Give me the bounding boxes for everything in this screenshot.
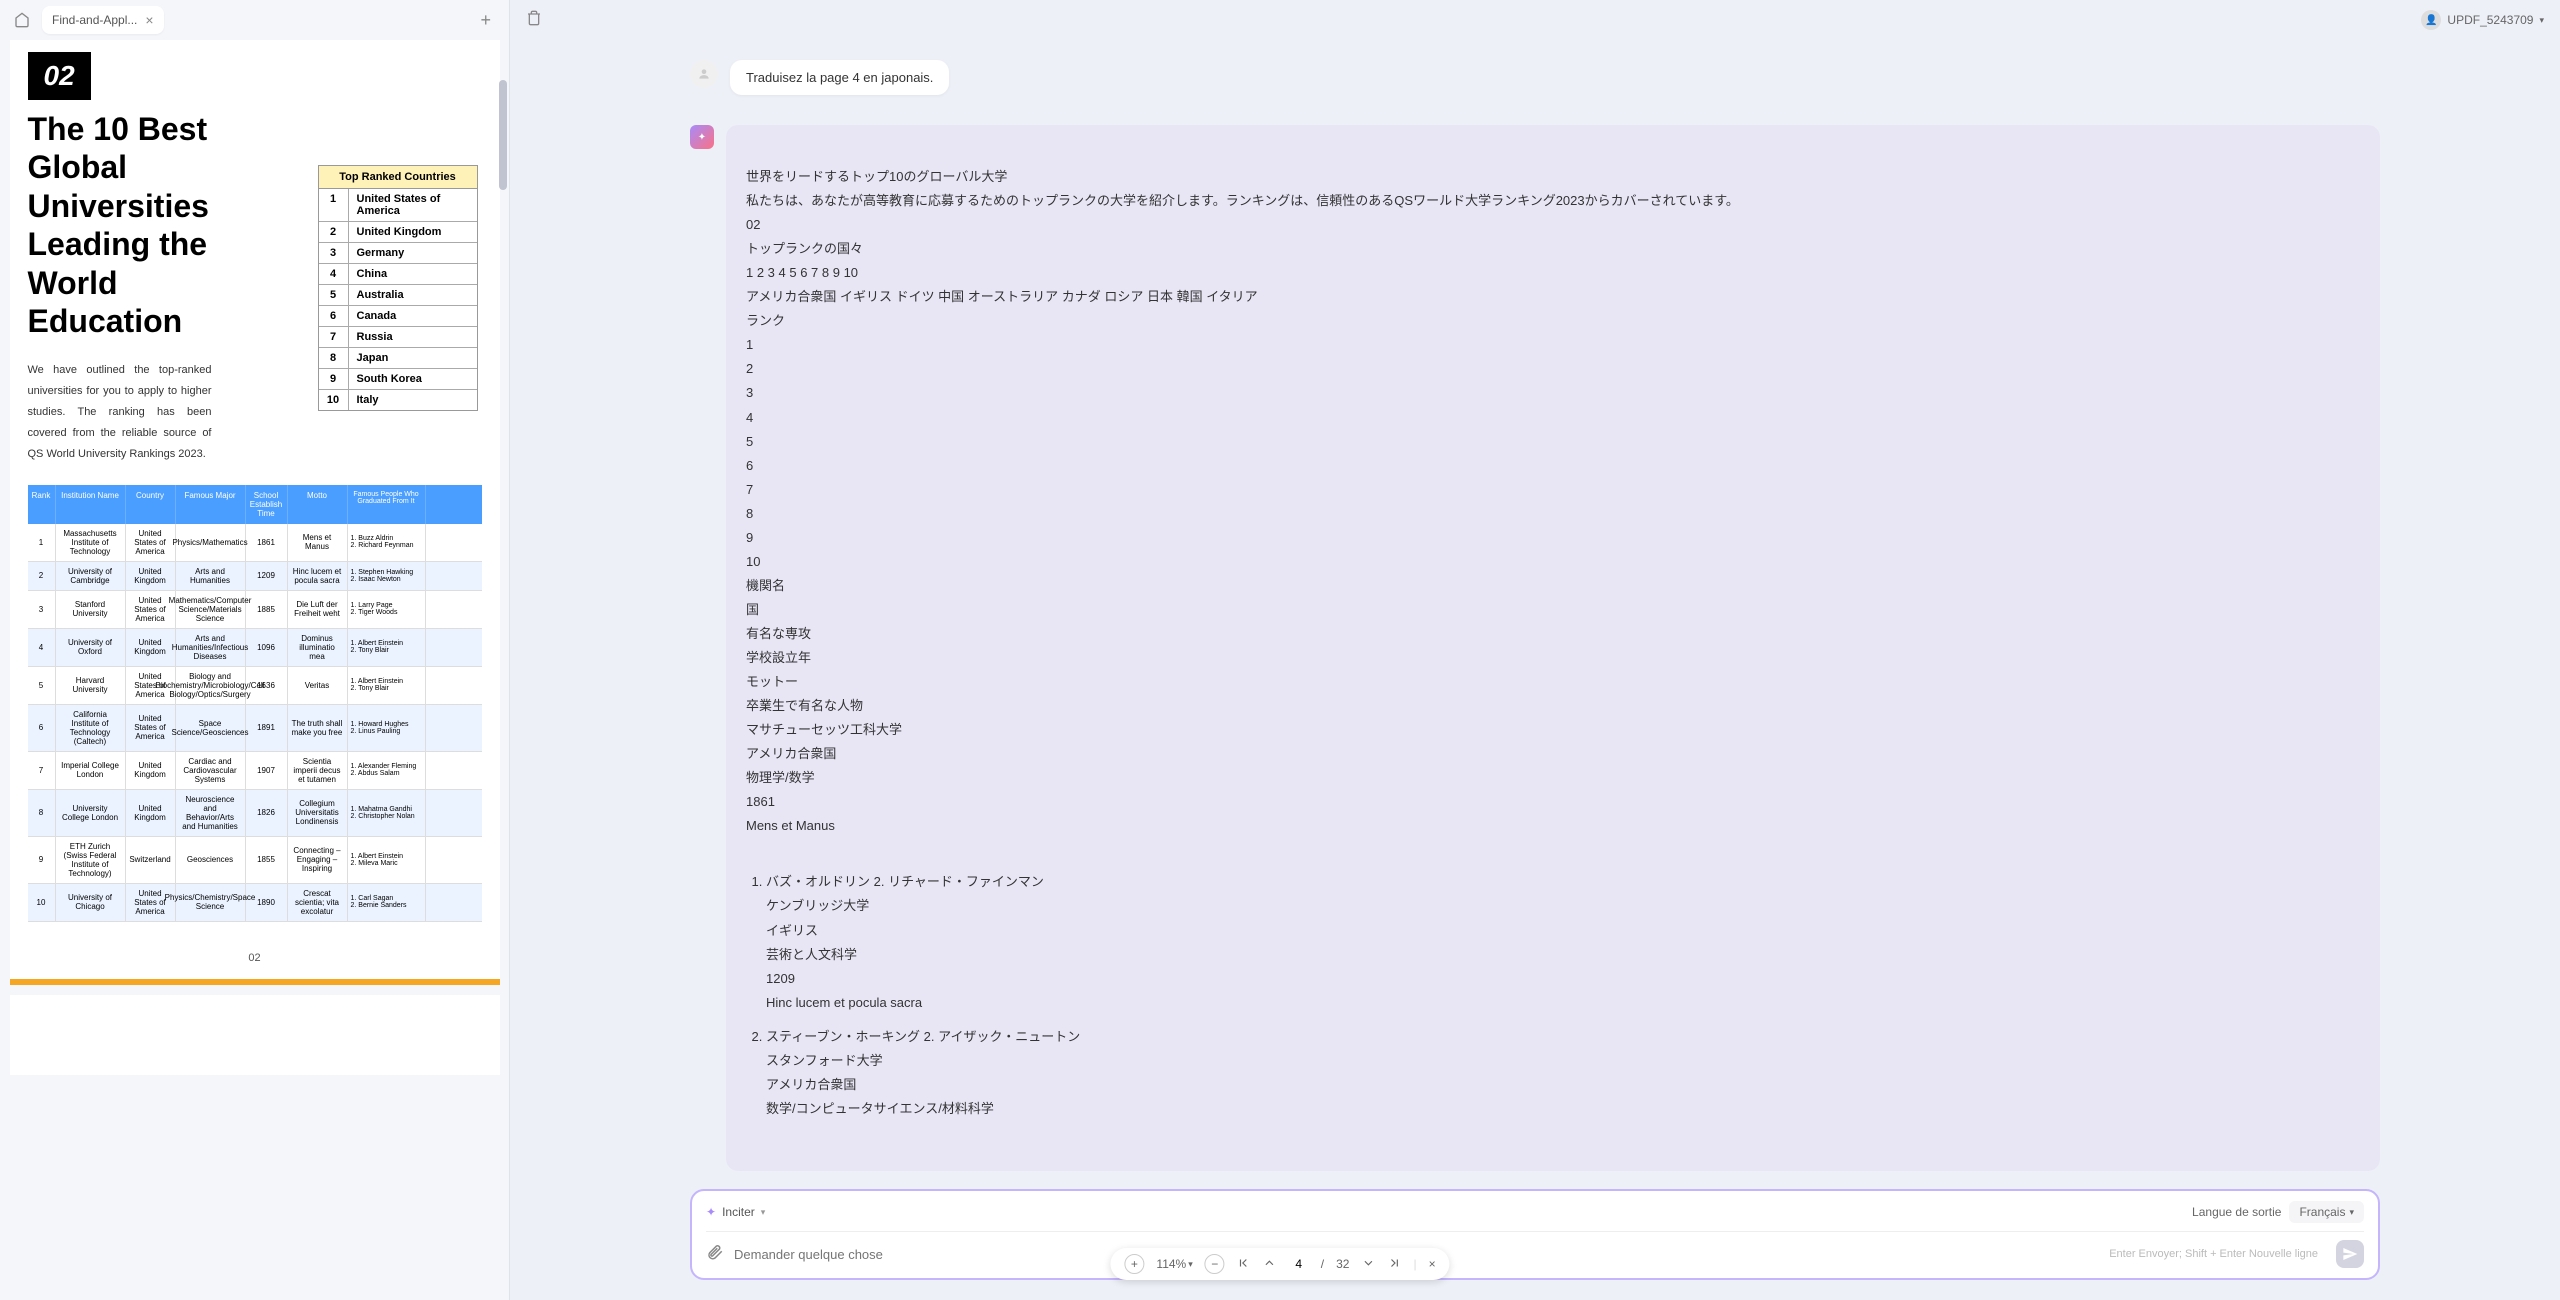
country-row: 9South Korea [319,369,477,390]
university-row: 8University College LondonUnited Kingdom… [28,790,482,837]
scrollbar-thumb[interactable] [499,80,507,190]
university-row: 10University of ChicagoUnited States of … [28,884,482,922]
countries-header: Top Ranked Countries [319,166,477,189]
tab-bar: Find-and-Appl... × + [0,0,509,40]
ai-message: ✦ 世界をリードするトップ10のグローバル大学 私たちは、あなたが高等教育に応募… [690,125,2380,1171]
chat-area: Traduisez la page 4 en japonais. ✦ 世界をリー… [510,40,2560,1189]
inciter-dropdown[interactable]: ✦ Inciter ▾ [706,1205,765,1219]
page-total: 32 [1336,1257,1349,1271]
chevron-down-icon: ▾ [761,1207,766,1218]
user-badge[interactable]: 👤 UPDF_5243709 ▾ [2421,10,2544,30]
page-bottom-bar [10,979,500,985]
user-message: Traduisez la page 4 en japonais. [690,60,2380,95]
user-msg-avatar [690,60,718,88]
country-row: 6Canada [319,306,477,327]
country-row: 3Germany [319,243,477,264]
input-hint: Enter Envoyer; Shift + Enter Nouvelle li… [2109,1248,2318,1260]
country-row: 7Russia [319,327,477,348]
close-toolbar-icon[interactable]: × [1429,1257,1436,1271]
input-box: ✦ Inciter ▾ Langue de sortie Français ▾ [690,1189,2380,1280]
chevron-down-icon: ▾ [2539,15,2544,26]
country-row: 2United Kingdom [319,222,477,243]
page-badge: 02 [28,52,91,100]
university-row: 1Massachusetts Institute of TechnologyUn… [28,524,482,562]
ai-list-item: バズ・オルドリン 2. リチャード・ファインマン ケンブリッジ大学 イギリス 芸… [766,870,2360,1014]
last-page-icon[interactable] [1387,1256,1401,1273]
user-avatar-icon: 👤 [2421,10,2441,30]
top-bar: 👤 UPDF_5243709 ▾ [510,0,2560,40]
country-row: 1United States of America [319,189,477,222]
trash-icon[interactable] [526,10,542,31]
zoom-out-button[interactable]: − [1205,1254,1225,1274]
ai-body-text: 世界をリードするトップ10のグローバル大学 私たちは、あなたが高等教育に応募する… [746,165,2360,838]
university-row: 6California Institute of Technology (Cal… [28,705,482,752]
uni-header: Rank Institution Name Country Famous Maj… [28,485,482,524]
page-intro: We have outlined the top-ranked universi… [10,350,230,464]
first-page-icon[interactable] [1237,1256,1251,1273]
ai-response: 世界をリードするトップ10のグローバル大学 私たちは、あなたが高等教育に応募する… [726,125,2380,1171]
input-area: ✦ Inciter ▾ Langue de sortie Français ▾ [510,1189,2560,1300]
zoom-percent[interactable]: 114%▾ [1156,1257,1192,1271]
user-name: UPDF_5243709 [2447,13,2533,27]
countries-table: Top Ranked Countries 1United States of A… [318,165,478,411]
university-row: 2University of CambridgeUnited KingdomAr… [28,562,482,591]
university-row: 9ETH Zurich (Swiss Federal Institute of … [28,837,482,884]
country-row: 5Australia [319,285,477,306]
university-row: 5Harvard UniversityUnited States of Amer… [28,667,482,705]
page-input[interactable] [1289,1257,1309,1271]
page-footer-number: 02 [10,922,500,979]
chevron-down-icon: ▾ [2349,1207,2354,1218]
country-row: 4China [319,264,477,285]
home-icon[interactable] [10,8,34,32]
document-tab[interactable]: Find-and-Appl... × [42,6,164,34]
close-tab-icon[interactable]: × [145,12,153,28]
prev-page-icon[interactable] [1263,1256,1277,1273]
sparkle-icon: ✦ [706,1205,716,1219]
university-row: 3Stanford UniversityUnited States of Ame… [28,591,482,629]
next-page-preview [10,995,500,1075]
language-selector: Langue de sortie Français ▾ [2192,1201,2364,1223]
new-tab-button[interactable]: + [472,6,499,35]
country-row: 10Italy [319,390,477,410]
ai-avatar-icon: ✦ [690,125,714,149]
university-row: 4University of OxfordUnited KingdomArts … [28,629,482,667]
next-page-icon[interactable] [1361,1256,1375,1273]
send-button[interactable] [2336,1240,2364,1268]
zoom-in-button[interactable]: + [1124,1254,1144,1274]
document-page: 02 The 10 Best Global Universities Leadi… [10,40,500,985]
language-dropdown[interactable]: Français ▾ [2289,1201,2364,1223]
universities-table: Rank Institution Name Country Famous Maj… [28,485,482,922]
country-row: 8Japan [319,348,477,369]
user-msg-text: Traduisez la page 4 en japonais. [730,60,949,95]
tab-title: Find-and-Appl... [52,13,137,27]
document-viewport[interactable]: 02 The 10 Best Global Universities Leadi… [0,40,509,1300]
zoom-toolbar: + 114%▾ − / 32 | × [1110,1248,1449,1280]
attachment-icon[interactable] [706,1243,724,1266]
ai-list-item: スティーブン・ホーキング 2. アイザック・ニュートン スタンフォード大学 アメ… [766,1025,2360,1121]
university-row: 7Imperial College LondonUnited KingdomCa… [28,752,482,790]
